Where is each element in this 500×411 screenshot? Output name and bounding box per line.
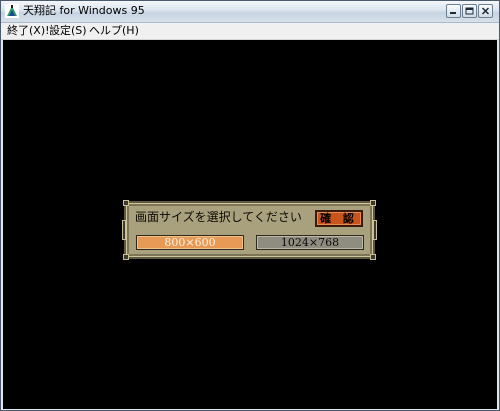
dialog-side-ornament [373, 220, 377, 240]
screen-size-dialog: 画面サイズを選択してください 確 認 800×600 1024×768 [122, 200, 377, 260]
window-title: 天翔記 for Windows 95 [23, 4, 145, 17]
resolution-option-1024x768[interactable]: 1024×768 [256, 235, 364, 250]
maximize-button[interactable] [462, 4, 477, 18]
minimize-button[interactable] [446, 4, 461, 18]
game-screen: 画面サイズを選択してください 確 認 800×600 1024×768 [3, 40, 497, 409]
dialog-corner-ornament [123, 254, 129, 260]
menu-item-help[interactable]: ヘルプ(H) [89, 23, 139, 39]
confirm-button[interactable]: 確 認 [315, 210, 363, 227]
dialog-corner-ornament [370, 200, 376, 206]
dialog-side-ornament [122, 220, 126, 240]
close-icon [481, 7, 490, 15]
dialog-prompt: 画面サイズを選択してください [135, 210, 302, 224]
close-button[interactable] [478, 4, 493, 18]
resolution-option-800x600[interactable]: 800×600 [136, 235, 244, 250]
menu-item-settings[interactable]: 設定(S) [49, 23, 87, 39]
title-bar[interactable]: 天翔記 for Windows 95 [1, 1, 499, 23]
app-window: 天翔記 for Windows 95 終了(X)! 設定(S) ヘルプ(H) 画… [0, 0, 500, 411]
dialog-corner-ornament [370, 254, 376, 260]
menu-bar: 終了(X)! 設定(S) ヘルプ(H) [1, 23, 499, 40]
minimize-icon [450, 12, 456, 14]
app-logo-icon [5, 4, 19, 18]
maximize-icon [465, 7, 474, 15]
menu-item-exit[interactable]: 終了(X)! [7, 23, 50, 39]
dialog-corner-ornament [123, 200, 129, 206]
